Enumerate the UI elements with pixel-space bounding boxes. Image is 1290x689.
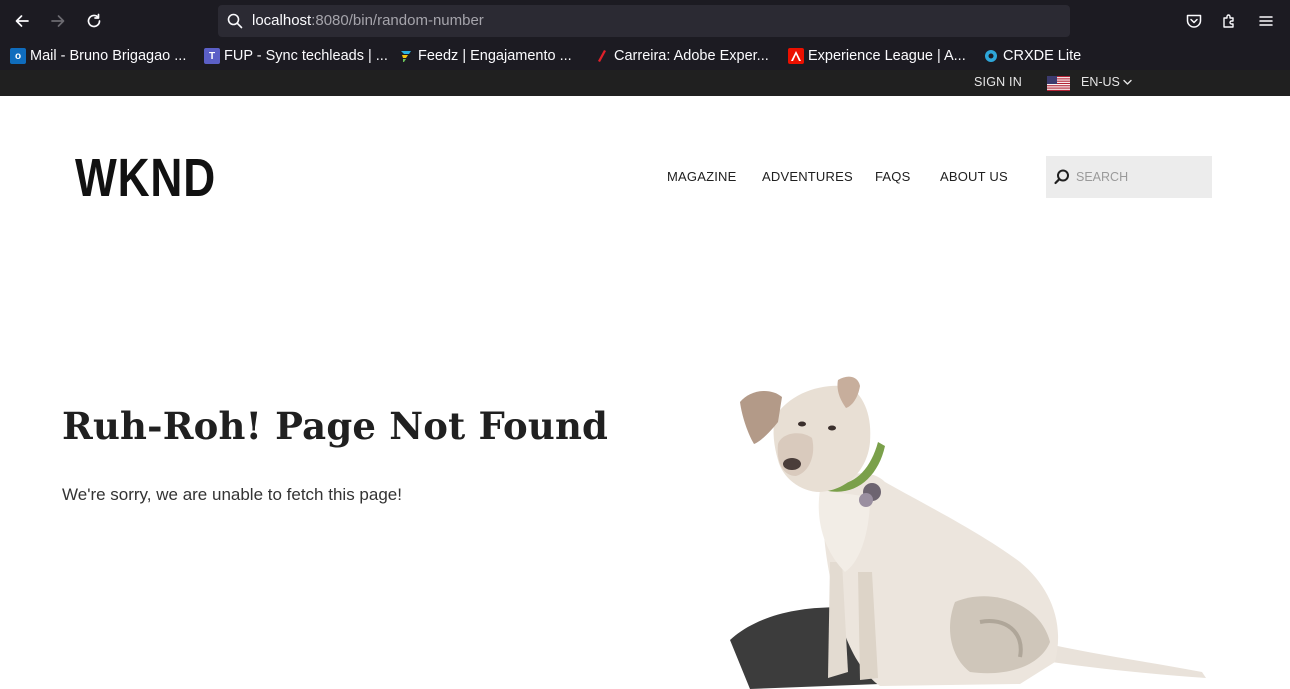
bookmark-crxde[interactable]: CRXDE Lite	[983, 46, 1081, 66]
puzzle-icon	[1223, 14, 1234, 28]
nav-about-us[interactable]: ABOUT US	[940, 169, 1008, 184]
browser-toolbar: localhost:8080/bin/random-number	[0, 0, 1290, 42]
pocket-icon	[1186, 14, 1202, 28]
nav-magazine[interactable]: MAGAZINE	[667, 169, 737, 184]
address-bar[interactable]: localhost:8080/bin/random-number	[218, 5, 1070, 37]
bookmark-label: CRXDE Lite	[1003, 48, 1082, 64]
bookmark-label: Experience League | A...	[808, 48, 966, 64]
menu-button[interactable]	[1255, 10, 1277, 32]
outlook-icon: o	[10, 48, 26, 64]
reload-icon	[87, 13, 101, 28]
extensions-button[interactable]	[1219, 10, 1241, 32]
reload-button[interactable]	[82, 9, 106, 33]
hamburger-icon	[1259, 16, 1273, 26]
sign-in-link[interactable]: SIGN IN	[974, 75, 1022, 89]
pocket-button[interactable]	[1183, 10, 1205, 32]
dog-illustration	[730, 376, 1206, 689]
url-path: :8080/bin/random-number	[311, 12, 484, 29]
bookmark-label: Carreira: Adobe Exper...	[614, 48, 769, 64]
bookmark-mail[interactable]: o Mail - Bruno Brigagao ...	[10, 46, 186, 66]
pencil-icon	[594, 48, 610, 64]
chevron-down-icon[interactable]	[1122, 77, 1133, 88]
language-selector[interactable]: EN-US	[1081, 75, 1120, 89]
bookmark-label: Feedz | Engajamento ...	[418, 48, 572, 64]
bookmark-feedz[interactable]: Feedz | Engajamento ...	[398, 46, 572, 66]
crxde-icon	[983, 48, 999, 64]
bookmark-fup[interactable]: T FUP - Sync techleads | ...	[204, 46, 388, 66]
url-text[interactable]: localhost:8080/bin/random-number	[252, 12, 484, 29]
page-title: Ruh-Roh! Page Not Found	[62, 404, 609, 448]
bookmark-carreira[interactable]: Carreira: Adobe Exper...	[594, 46, 769, 66]
wknd-logo[interactable]: WKND	[75, 150, 216, 206]
bookmark-label: FUP - Sync techleads | ...	[224, 48, 388, 64]
search-icon	[227, 13, 243, 29]
us-flag-icon	[1047, 76, 1070, 91]
back-button[interactable]	[10, 9, 34, 33]
arrow-left-icon	[15, 15, 29, 27]
bookmark-label: Mail - Bruno Brigagao ...	[30, 48, 187, 64]
teams-icon: T	[204, 48, 220, 64]
feedz-icon	[398, 48, 414, 64]
error-message: We're sorry, we are unable to fetch this…	[62, 485, 402, 504]
bookmark-experience-league[interactable]: Experience League | A...	[788, 46, 966, 66]
url-host: localhost	[252, 12, 312, 29]
forward-button[interactable]	[46, 9, 70, 33]
bookmarks-bar: o Mail - Bruno Brigagao ... T FUP - Sync…	[0, 42, 1290, 70]
adobe-icon	[788, 48, 804, 64]
nav-adventures[interactable]: ADVENTURES	[762, 169, 853, 184]
nav-faqs[interactable]: FAQS	[875, 169, 910, 184]
site-search[interactable]	[1046, 156, 1212, 198]
site-utility-bar: SIGN IN EN-US	[0, 70, 1290, 96]
arrow-right-icon	[51, 15, 65, 27]
search-icon	[1054, 169, 1069, 185]
search-input[interactable]	[1076, 168, 1204, 186]
